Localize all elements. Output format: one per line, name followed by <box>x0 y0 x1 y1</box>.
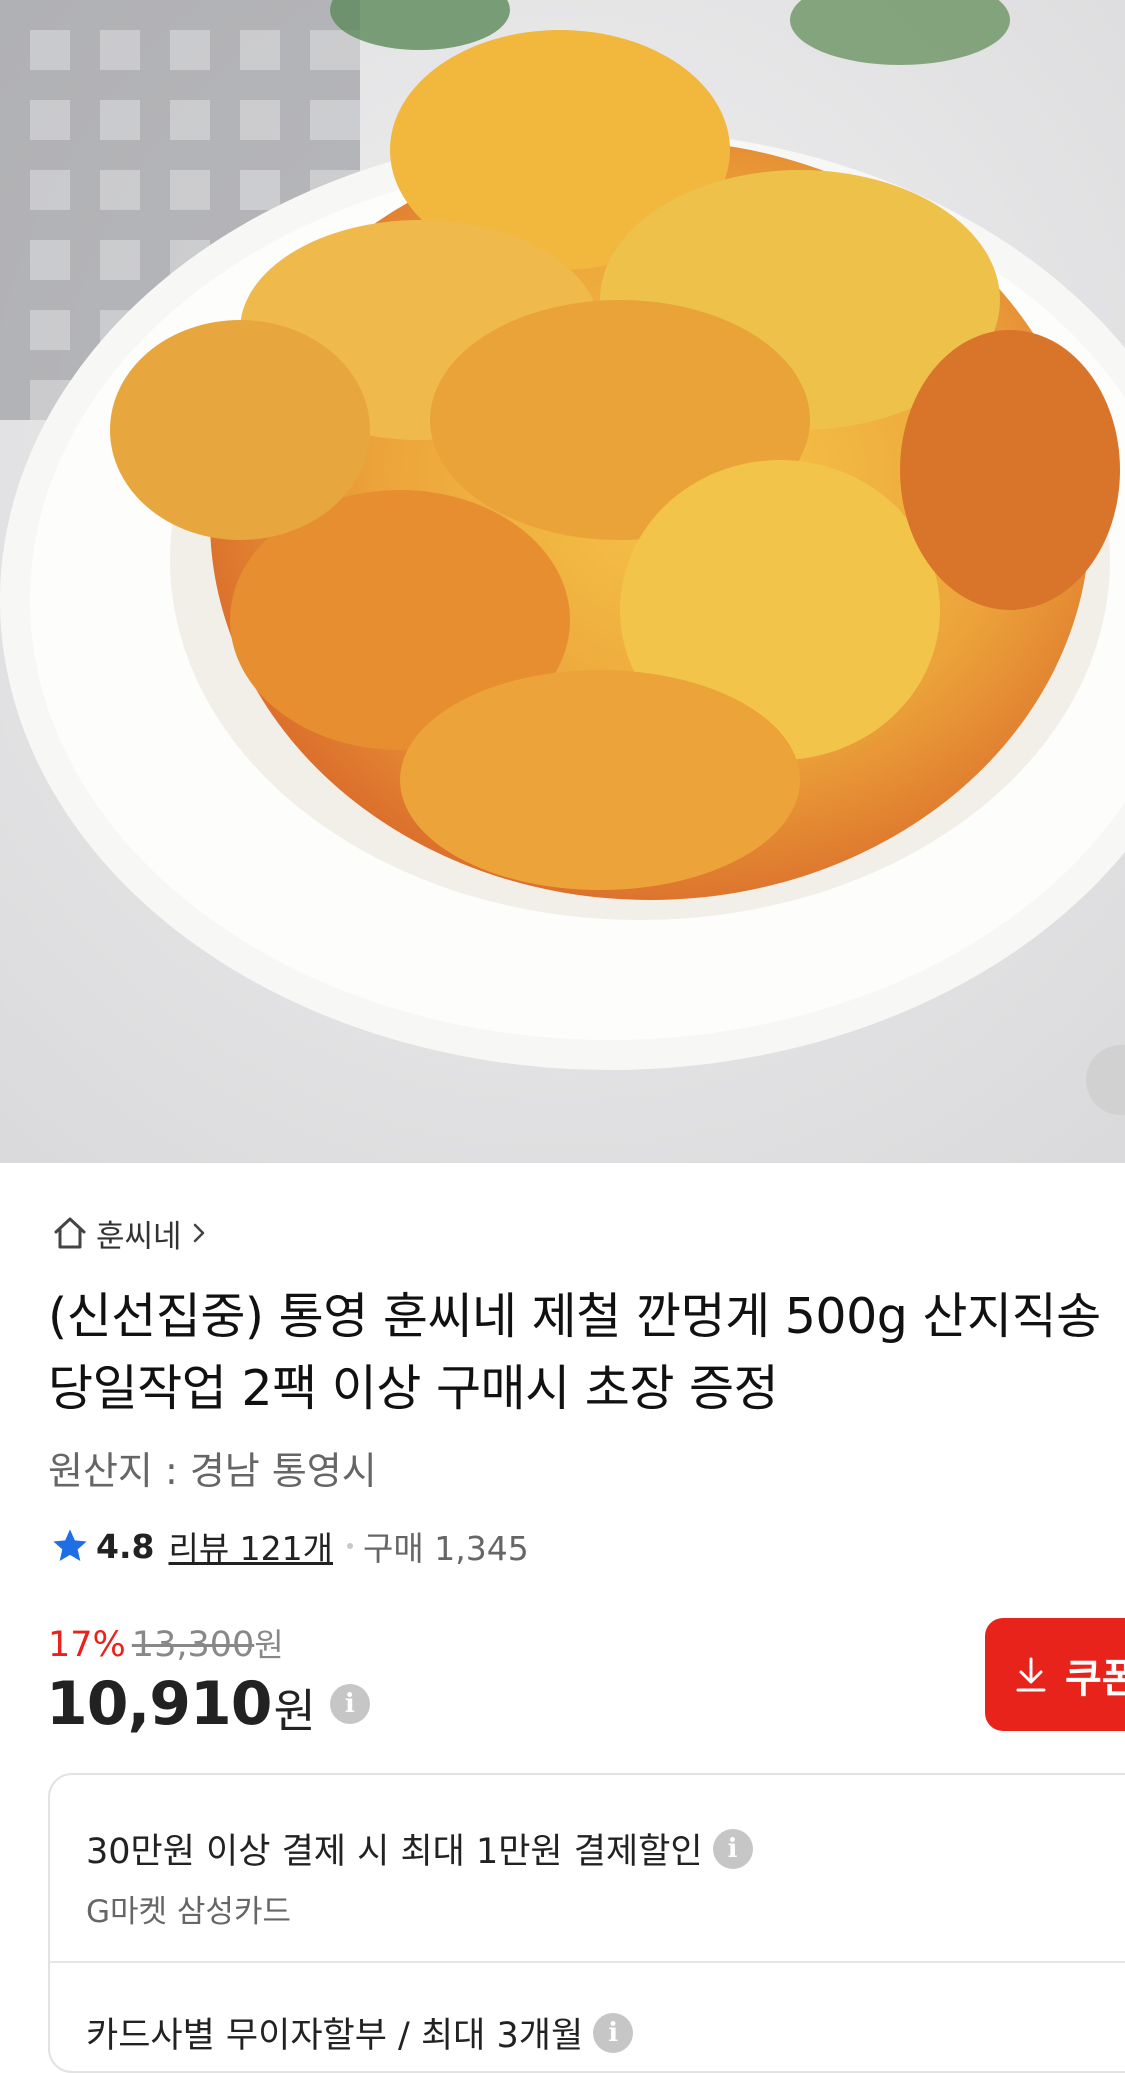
review-link[interactable]: 리뷰 121개 <box>168 1522 333 1570</box>
separator-dot <box>347 1543 354 1549</box>
benefit-info-icon[interactable]: i <box>593 2012 634 2053</box>
star-icon <box>53 1529 87 1561</box>
divider <box>50 1961 1125 1963</box>
price-unit: 원 <box>273 1684 316 1738</box>
price-value: 10,910 <box>46 1669 273 1739</box>
discount-rate: 17% <box>48 1625 126 1665</box>
original-price: 13,300 <box>131 1625 255 1665</box>
benefits-panel: 30만원 이상 결제 시 최대 1만원 결제할인 i G마켓 삼성카드 카드사별… <box>48 1773 1125 2073</box>
download-icon <box>1016 1657 1046 1691</box>
benefit-title: 카드사별 무이자할부 / 최대 3개월 <box>86 2016 584 2056</box>
rating-summary: 4.8 리뷰 121개 구매 1,345 <box>50 1523 529 1569</box>
rating-score: 4.8 <box>96 1526 155 1566</box>
benefit-card-discount[interactable]: 30만원 이상 결제 시 최대 1만원 결제할인 i G마켓 삼성카드 <box>86 1823 753 1931</box>
benefit-installment[interactable]: 카드사별 무이자할부 / 최대 3개월 i <box>86 2007 634 2058</box>
product-origin: 원산지 : 경남 통영시 <box>48 1449 377 1493</box>
discount-info: 17% 13,300 원 <box>48 1620 284 1666</box>
coupon-download-button[interactable]: 쿠폰 <box>985 1618 1125 1731</box>
benefit-subtitle: G마켓 삼성카드 <box>86 1894 291 1930</box>
product-photo <box>0 0 1125 1163</box>
seller-name: 훈씨네 <box>96 1218 182 1255</box>
purchase-count: 구매 1,345 <box>363 1529 529 1568</box>
price-info-icon[interactable]: i <box>329 1684 370 1724</box>
benefit-title: 30만원 이상 결제 시 최대 1만원 결제할인 <box>86 1832 703 1872</box>
original-price-unit: 원 <box>254 1626 284 1664</box>
benefit-info-icon[interactable]: i <box>712 1828 753 1869</box>
seller-link[interactable]: 훈씨네 <box>50 1213 210 1255</box>
home-icon <box>54 1217 86 1249</box>
sale-price: 10,910 원 i <box>46 1667 370 1741</box>
chevron-right-icon <box>193 1223 204 1243</box>
coupon-label: 쿠폰 <box>1065 1655 1125 1702</box>
product-title: (신선집중) 통영 훈씨네 제철 깐멍게 500g 산지직송 당일작업 2팩 이… <box>48 1288 1101 1417</box>
product-image[interactable] <box>0 0 1125 1163</box>
